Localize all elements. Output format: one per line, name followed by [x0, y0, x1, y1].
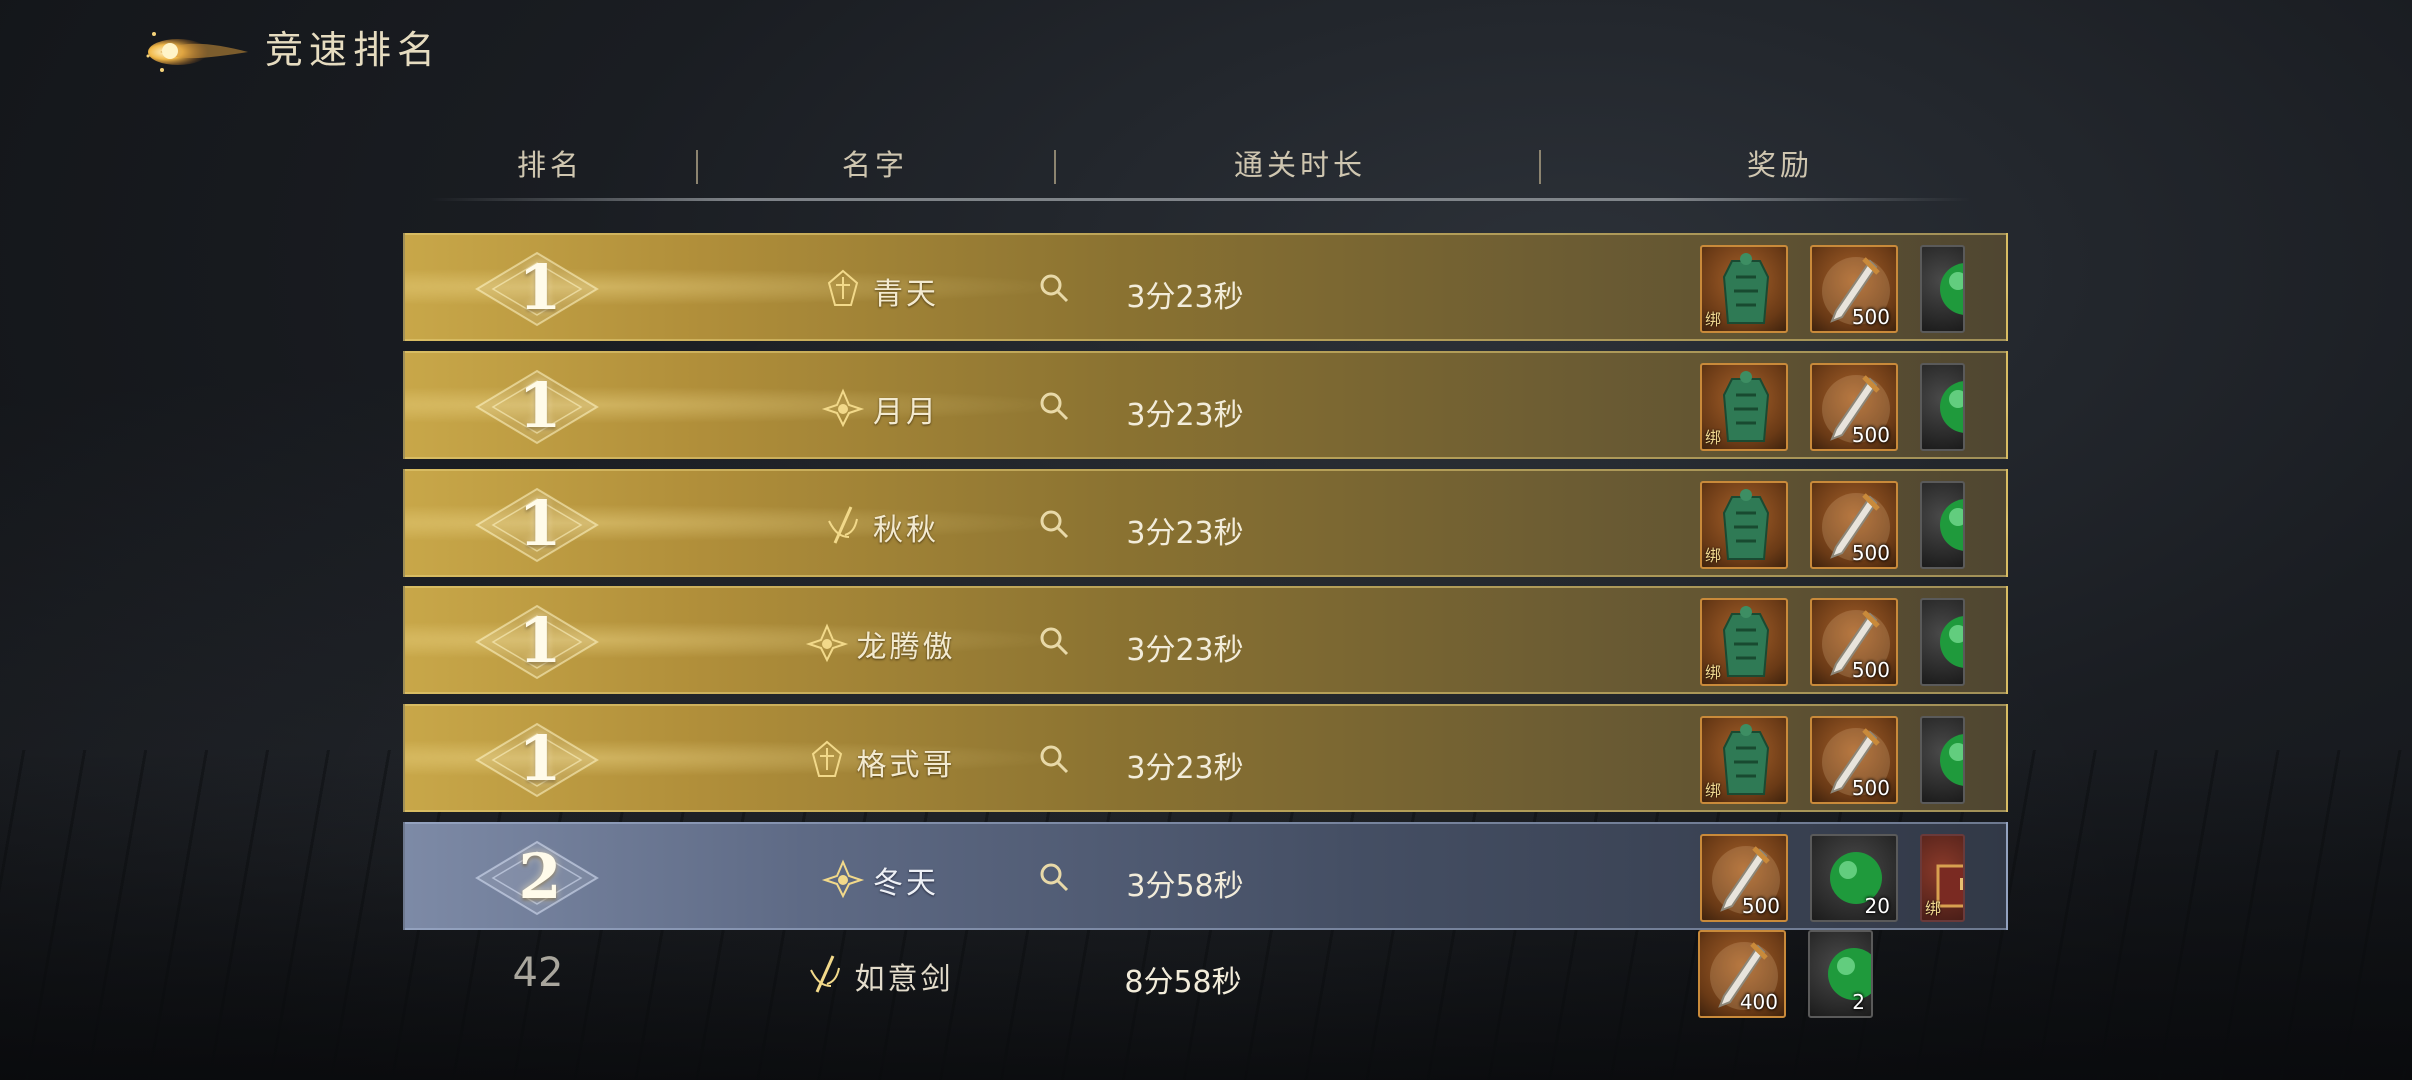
- bound-tag: 绑: [1705, 310, 1722, 329]
- rank-number: 2: [518, 840, 562, 913]
- reward-item[interactable]: 绑: [1700, 481, 1788, 569]
- reward-quantity: 500: [1851, 776, 1890, 800]
- reward-item[interactable]: 500: [1810, 245, 1898, 333]
- lotus-icon: [805, 623, 848, 663]
- table-row[interactable]: 42 如意剑 8分58秒 400 2: [403, 920, 2008, 1028]
- comet-title-icon: [146, 32, 248, 72]
- reward-item[interactable]: 500: [1810, 716, 1898, 804]
- reward-item[interactable]: 500: [1810, 363, 1898, 451]
- clear-time: 3分23秒: [1126, 751, 1244, 786]
- jade-orb-icon: [1940, 616, 1963, 668]
- column-divider: [1539, 150, 1541, 184]
- reward-item[interactable]: 绑: [1700, 598, 1788, 686]
- sword-crest-icon: [809, 955, 840, 993]
- reward-item[interactable]: 2: [1808, 930, 1873, 1018]
- reward-item[interactable]: [1920, 481, 1965, 569]
- rank-number: 42: [512, 950, 564, 996]
- jade-orb-icon: [1940, 263, 1963, 315]
- bound-tag: 绑: [1705, 428, 1722, 447]
- table-row[interactable]: 1 月月 3分23秒绑 500: [403, 351, 2008, 459]
- jade-orb-icon: [1940, 499, 1963, 551]
- rank-number: 1: [518, 369, 562, 442]
- table-row[interactable]: 1 格式哥 3分23秒绑 500: [403, 704, 2008, 812]
- reward-quantity: 400: [1739, 990, 1778, 1014]
- table-row[interactable]: 1 青天 3分23秒绑 500: [403, 233, 2008, 341]
- reward-item[interactable]: [1920, 245, 1965, 333]
- table-row[interactable]: 1 龙腾傲 3分23秒绑 500: [403, 586, 2008, 694]
- sword-crest-icon: [828, 506, 858, 544]
- reward-quantity: 500: [1851, 423, 1890, 447]
- reward-quantity: 500: [1851, 658, 1890, 682]
- player-name[interactable]: 冬天: [873, 858, 939, 902]
- crest-icon: [811, 740, 842, 777]
- jade-orb-icon: [1940, 381, 1963, 433]
- crest-icon: [827, 269, 859, 306]
- reward-item[interactable]: 400: [1698, 930, 1786, 1018]
- rank-number: 1: [518, 251, 562, 324]
- reward-quantity: 500: [1851, 305, 1890, 329]
- column-divider: [696, 150, 698, 184]
- bound-tag: 绑: [1705, 546, 1722, 565]
- reward-item[interactable]: [1920, 363, 1965, 451]
- bound-tag: 绑: [1705, 781, 1722, 800]
- player-name[interactable]: 如意剑: [855, 954, 954, 998]
- clear-time: 3分23秒: [1126, 516, 1244, 551]
- reward-item[interactable]: 20: [1810, 834, 1898, 922]
- column-divider: [1054, 150, 1056, 184]
- reward-item[interactable]: 绑: [1700, 716, 1788, 804]
- page-title: 竞速排名: [265, 28, 442, 72]
- jade-orb-icon: [1940, 734, 1963, 786]
- bound-tag: 绑: [1925, 899, 1942, 918]
- reward-item[interactable]: 绑: [1700, 363, 1788, 451]
- reward-item[interactable]: [1920, 716, 1965, 804]
- player-name[interactable]: 格式哥: [857, 740, 956, 784]
- rank-number: 1: [518, 604, 562, 677]
- bound-tag: 绑: [1705, 663, 1722, 682]
- lotus-icon: [821, 388, 865, 428]
- player-name[interactable]: 青天: [873, 269, 939, 313]
- reward-item[interactable]: 绑: [1700, 245, 1788, 333]
- column-header-time: 通关时长: [1233, 148, 1366, 182]
- header-divider-line: [430, 198, 1970, 201]
- reward-quantity: 2: [1852, 990, 1865, 1014]
- clear-time: 3分58秒: [1126, 869, 1244, 904]
- player-name[interactable]: 龙腾傲: [857, 622, 956, 666]
- clear-time: 3分23秒: [1126, 280, 1244, 315]
- rank-number: 1: [518, 487, 562, 560]
- clear-time: 8分58秒: [1124, 965, 1242, 1000]
- clear-time: 3分23秒: [1126, 398, 1244, 433]
- column-header-name: 名字: [841, 148, 908, 182]
- reward-item[interactable]: 绑: [1920, 834, 1965, 922]
- column-header-rank: 排名: [516, 148, 583, 182]
- reward-item[interactable]: 500: [1810, 598, 1898, 686]
- column-header-reward: 奖励: [1746, 148, 1813, 182]
- reward-quantity: 20: [1864, 894, 1890, 918]
- player-name[interactable]: 秋秋: [873, 505, 939, 549]
- reward-item[interactable]: [1920, 598, 1965, 686]
- table-row[interactable]: 2 冬天 3分58秒 500 20 绑: [403, 822, 2008, 930]
- lotus-icon: [821, 859, 865, 899]
- reward-quantity: 500: [1851, 541, 1890, 565]
- rank-number: 1: [518, 722, 562, 795]
- reward-quantity: 500: [1741, 894, 1780, 918]
- player-name[interactable]: 月月: [873, 387, 939, 431]
- table-row[interactable]: 1 秋秋 3分23秒绑 500: [403, 469, 2008, 577]
- clear-time: 3分23秒: [1126, 633, 1244, 668]
- reward-item[interactable]: 500: [1810, 481, 1898, 569]
- reward-item[interactable]: 500: [1700, 834, 1788, 922]
